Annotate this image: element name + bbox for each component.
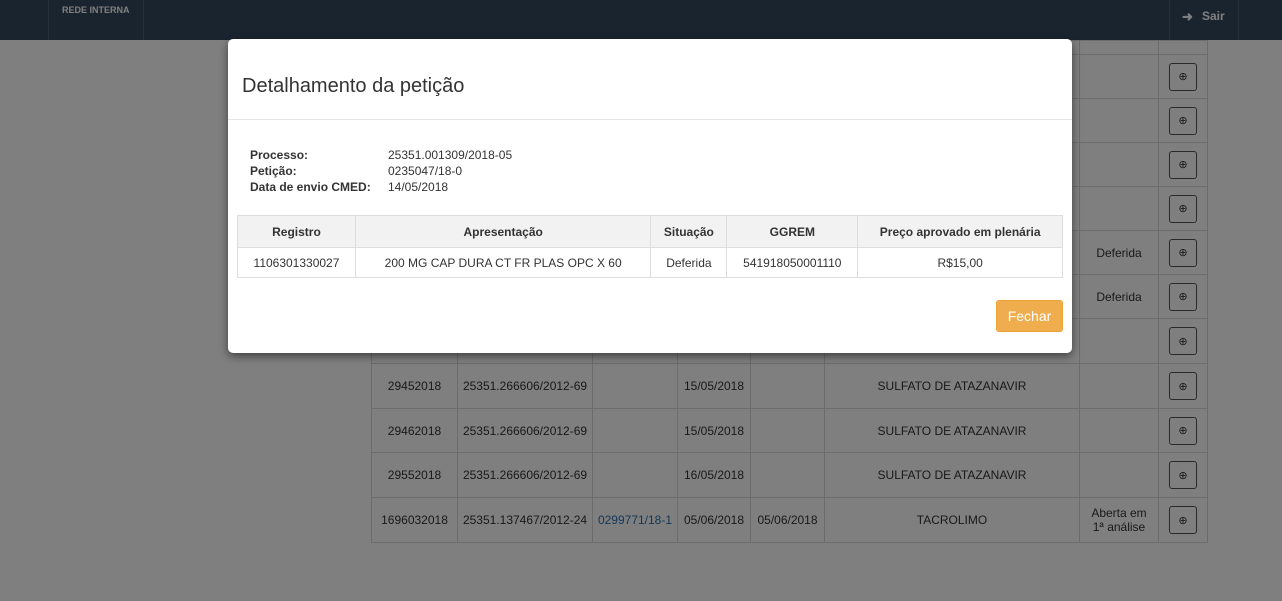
cell-preco: R$15,00 [857,247,1063,278]
petition-detail-table: Registro Apresentação Situação GGREM Pre… [237,215,1063,278]
close-button[interactable]: Fechar [996,300,1063,332]
col-header-preco: Preço aprovado em plenária [857,215,1063,248]
col-header-ggrem: GGREM [726,215,859,248]
info-value: 25351.001309/2018-05 [388,148,513,162]
cell-situacao: Deferida [650,247,728,278]
info-row-processo: Processo: 25351.001309/2018-05 [250,147,512,163]
petition-info: Processo: 25351.001309/2018-05 Petição: … [250,147,512,195]
info-label: Data de envio CMED: [250,180,371,194]
detail-header-row: Registro Apresentação Situação GGREM Pre… [237,215,1063,248]
cell-apresentacao: 200 MG CAP DURA CT FR PLAS OPC X 60 [354,247,652,278]
table-row: 1106301330027 200 MG CAP DURA CT FR PLAS… [237,247,1063,278]
col-header-registro: Registro [237,215,356,248]
col-header-apresentacao: Apresentação [354,215,652,248]
info-value: 0235047/18-0 [388,164,463,178]
info-label: Petição: [250,164,297,178]
info-label: Processo: [250,148,309,162]
modal-header: Detalhamento da petição [228,39,1072,120]
col-header-situacao: Situação [650,215,728,248]
info-row-peticao: Petição: 0235047/18-0 [250,163,512,179]
petition-detail-modal: Detalhamento da petição Processo: 25351.… [228,39,1072,353]
modal-footer [228,289,1072,353]
cell-ggrem: 541918050001110 [726,247,859,278]
modal-title: Detalhamento da petição [242,75,465,97]
cell-registro: 1106301330027 [237,247,356,278]
info-value: 14/05/2018 [388,180,449,194]
info-row-data-envio: Data de envio CMED: 14/05/2018 [250,179,512,195]
